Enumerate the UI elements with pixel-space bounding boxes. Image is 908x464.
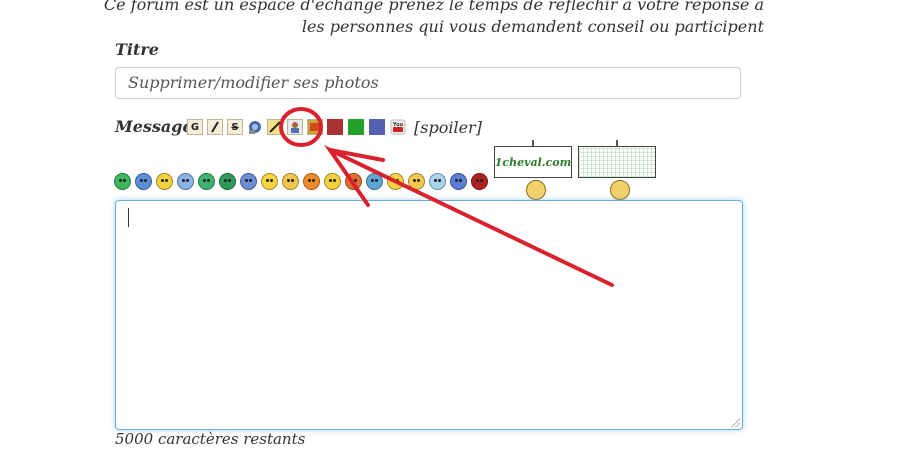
smiley-icon[interactable]	[198, 172, 215, 190]
photo-icon	[291, 122, 299, 133]
smiley-icon[interactable]	[261, 172, 278, 190]
color-green-button[interactable]	[348, 119, 364, 135]
sign-character-icon	[610, 180, 630, 200]
message-label: Message	[115, 117, 193, 136]
smiley-icon[interactable]	[471, 172, 488, 190]
smiley-icon[interactable]	[177, 172, 194, 190]
smiley-icon[interactable]	[240, 172, 257, 190]
smiley-icon[interactable]	[408, 172, 425, 190]
color-blue-button[interactable]	[369, 119, 385, 135]
link-icon	[249, 121, 261, 134]
sign-character-icon	[526, 180, 546, 200]
sign-smiley-grid[interactable]	[578, 140, 656, 200]
sign-board: 1cheval.com	[494, 146, 572, 178]
video-button[interactable]	[307, 119, 323, 135]
forum-notice-line1: Ce forum est un espace d'échange prenez …	[103, 0, 764, 14]
smiley-icon[interactable]	[219, 172, 236, 190]
bold-button[interactable]: G	[187, 119, 203, 135]
smiley-icon[interactable]	[387, 172, 404, 190]
sign-board	[578, 146, 656, 178]
smiley-icon[interactable]	[135, 172, 152, 190]
text-cursor	[128, 208, 129, 227]
photo-upload-button[interactable]	[287, 119, 303, 135]
smiley-icon[interactable]	[429, 172, 446, 190]
svg-text:You: You	[392, 122, 404, 128]
sign-text: 1cheval.com	[494, 155, 572, 169]
italic-button[interactable]	[207, 119, 223, 135]
smiley-icon[interactable]	[366, 172, 383, 190]
title-label: Titre	[115, 40, 159, 59]
smiley-bar: 1cheval.com	[114, 140, 660, 200]
color-red-button[interactable]	[327, 119, 343, 135]
video-icon	[310, 123, 320, 131]
sign-smiley-1cheval[interactable]: 1cheval.com	[494, 140, 572, 200]
strike-button[interactable]: S	[227, 119, 243, 135]
smiley-icon[interactable]	[282, 172, 299, 190]
smiley-icon[interactable]	[114, 172, 131, 190]
smiley-icon[interactable]	[156, 172, 173, 190]
smiley-icon[interactable]	[303, 172, 320, 190]
formatting-toolbar: G S You [spoiler]	[187, 117, 482, 137]
italic-icon	[211, 121, 219, 133]
forum-notice: Ce forum est un espace d'échange prenez …	[104, 0, 764, 38]
smiley-icon[interactable]	[450, 172, 467, 190]
spoiler-button[interactable]: [spoiler]	[414, 118, 482, 137]
resize-handle[interactable]	[730, 417, 740, 427]
link-button[interactable]	[247, 119, 263, 135]
image-icon	[269, 121, 281, 133]
forum-notice-line2: les personnes qui vous demandent conseil…	[301, 17, 764, 36]
image-button[interactable]	[267, 119, 283, 135]
youtube-button[interactable]: You	[390, 119, 406, 135]
message-textarea[interactable]	[115, 200, 743, 430]
youtube-icon: You	[390, 119, 406, 135]
remaining-characters: 5000 caractères restants	[115, 430, 306, 448]
title-input[interactable]: Supprimer/modifier ses photos	[115, 67, 741, 99]
smiley-icon[interactable]	[324, 172, 341, 190]
smiley-icon[interactable]	[345, 172, 362, 190]
